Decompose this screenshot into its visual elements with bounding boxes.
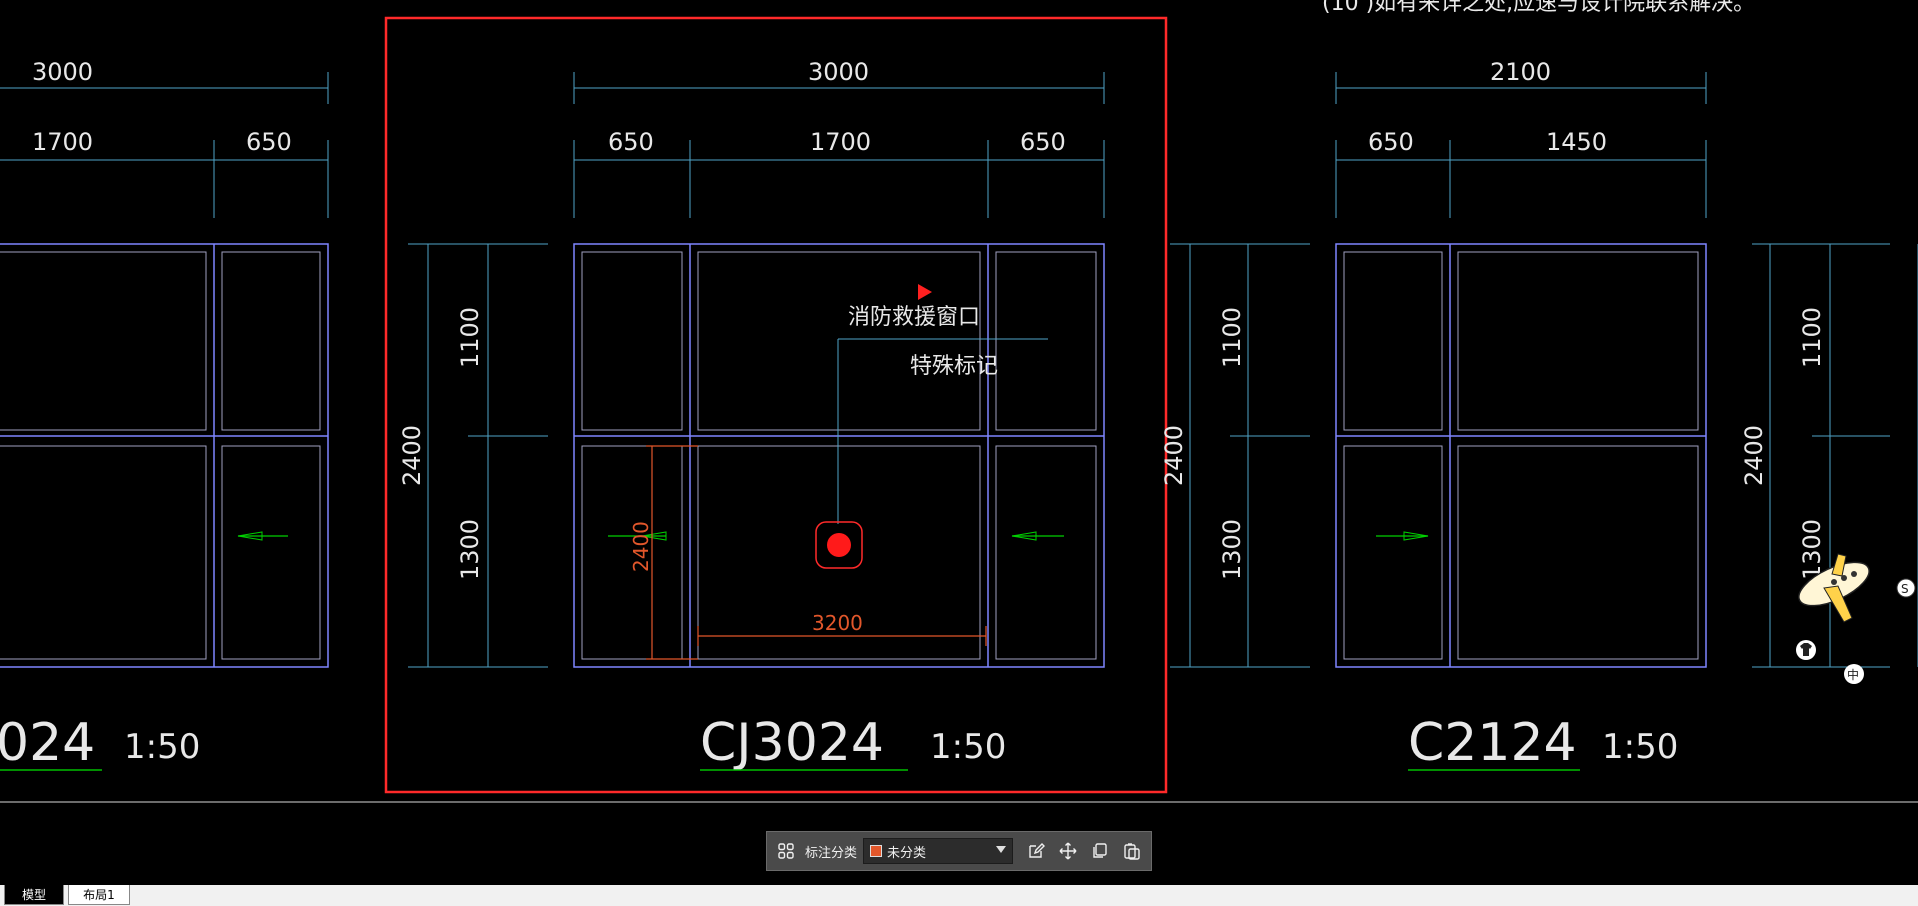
record-dot-icon[interactable]	[827, 533, 851, 557]
right-window-scale: 1:50	[1602, 727, 1678, 767]
tab-layout1[interactable]: 布局1	[68, 885, 130, 905]
far-right-dim-height: 2400	[1740, 425, 1768, 486]
center-window-title: CJ3024	[700, 713, 884, 773]
zh-badge-text: 中	[1847, 667, 1859, 682]
center-dim-upper: 1100	[456, 307, 484, 368]
center-window-scale: 1:50	[930, 727, 1006, 767]
right-dim-upper: 1100	[1218, 307, 1246, 368]
left-dim-right: 650	[246, 128, 292, 156]
flag-marker-icon[interactable]	[918, 284, 932, 300]
right-window-title: C2124	[1408, 713, 1577, 773]
s-badge-text: S	[1901, 582, 1909, 596]
category-color-swatch	[870, 845, 883, 857]
center-window-frame	[573, 243, 1105, 668]
far-right-dim-upper: 1100	[1798, 307, 1826, 368]
center-dim-c: 650	[1020, 128, 1066, 156]
chevron-down-icon	[996, 846, 1007, 853]
category-select[interactable]: 未分类	[863, 838, 1014, 864]
right-dim-b: 1450	[1546, 128, 1607, 156]
left-dim-left: 1700	[32, 128, 93, 156]
far-right-dim-lower: 1300	[1798, 519, 1826, 580]
grid-icon[interactable]	[773, 838, 799, 864]
cad-drawing-canvas[interactable]: (10 )如有来详之处,应速与设计院联系解决。 3000 1700 650 02…	[0, 0, 1918, 906]
center-dimension-lines	[408, 72, 1105, 668]
left-dim-total: 3000	[32, 58, 93, 86]
move-icon[interactable]	[1055, 838, 1081, 864]
right-dim-lower: 1300	[1218, 519, 1246, 580]
left-window-title: 024	[0, 713, 95, 773]
center-dim-b: 1700	[810, 128, 871, 156]
rescue-window-label: 消防救援窗口	[848, 305, 980, 330]
center-dim-total: 3000	[808, 58, 869, 86]
general-note: (10 )如有来详之处,应速与设计院联系解决。	[1322, 0, 1755, 16]
red-dim-width: 3200	[812, 611, 863, 635]
right-dimension-lines	[1170, 72, 1707, 668]
red-dim-height: 2400	[629, 521, 653, 572]
edit-icon[interactable]	[1023, 838, 1049, 864]
right-dim-a: 650	[1368, 128, 1414, 156]
layout-tab-bar: 模型 布局1	[0, 885, 1918, 906]
category-selected-value: 未分类	[887, 845, 927, 861]
category-label: 标注分类	[805, 845, 858, 861]
special-mark-label: 特殊标记	[910, 354, 998, 379]
paste-icon[interactable]	[1119, 838, 1145, 864]
center-dim-a: 650	[608, 128, 654, 156]
right-dim-total: 2100	[1490, 58, 1551, 86]
right-window-frame	[1335, 243, 1707, 668]
tab-model[interactable]: 模型	[4, 885, 64, 905]
center-dim-height: 2400	[398, 425, 426, 486]
right-dim-height: 2400	[1160, 425, 1188, 486]
left-window-scale: 1:50	[124, 727, 200, 767]
left-window-frame	[0, 243, 329, 668]
copy-icon[interactable]	[1087, 838, 1113, 864]
annotation-toolbar: 标注分类 未分类	[766, 831, 1152, 871]
center-dim-lower: 1300	[456, 519, 484, 580]
